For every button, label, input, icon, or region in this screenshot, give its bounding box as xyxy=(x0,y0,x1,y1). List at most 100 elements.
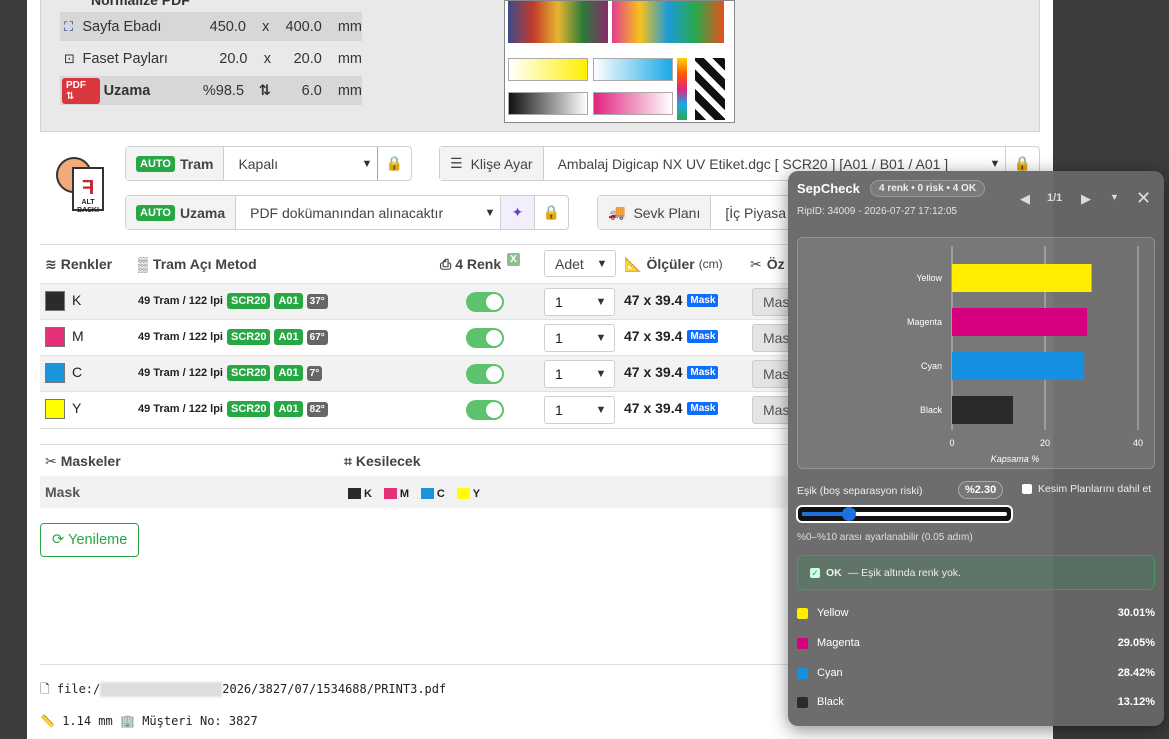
color-toggle[interactable] xyxy=(466,400,504,420)
chevron-down-icon: ▼ xyxy=(989,157,1001,170)
threshold-slider[interactable] xyxy=(796,505,1013,523)
color-toggle[interactable] xyxy=(466,364,504,384)
color-name: C xyxy=(72,364,83,380)
quantity-select[interactable]: 1 ▼ xyxy=(544,396,615,424)
lock-button[interactable]: 🔒 xyxy=(534,196,568,229)
tram-info: 49 Tram / 122 lpi SCR20 A01 37° xyxy=(138,293,328,309)
quantity-select[interactable]: 1 ▼ xyxy=(544,288,615,316)
dim-sep: x xyxy=(262,18,270,35)
checkbox-icon xyxy=(1022,484,1032,494)
pdf-info-panel: Normalize PDF ⛶ Sayfa Ebadı 450.0 x 400.… xyxy=(40,0,1040,132)
stretch-label: Uzama xyxy=(103,82,151,99)
mask-badge: Mask xyxy=(687,329,719,343)
ruler-icon: 📏 xyxy=(40,714,55,728)
slider-knob[interactable] xyxy=(842,507,857,521)
stretch-percent: %98.5 xyxy=(202,82,245,99)
dim-sep: x xyxy=(263,50,272,67)
auto-badge: AUTO xyxy=(136,204,175,221)
truck-icon: 🚚 xyxy=(608,204,626,220)
sepcheck-title: SepCheck xyxy=(797,181,860,196)
legend-item: Cyan 28.42% xyxy=(797,664,1155,682)
chevron-down-icon: ▼ xyxy=(595,296,607,308)
auto-badge: AUTO xyxy=(136,155,175,172)
scr-badge: SCR20 xyxy=(227,401,271,417)
unit: mm xyxy=(337,18,362,35)
sevk-label: Sevk Planı xyxy=(633,204,701,221)
chevron-down-icon: ▼ xyxy=(595,368,607,380)
adet-select[interactable]: Adet ▼ xyxy=(544,250,616,277)
sepcheck-panel: SepCheck 4 renk • 0 risk • 4 OK ◀ 1/1 ▶ … xyxy=(788,171,1164,726)
mask-badge: Mask xyxy=(687,401,719,415)
magic-wand-button[interactable]: ✦ xyxy=(500,196,534,229)
klise-label: Klişe Ayar xyxy=(470,155,533,172)
chevron-down-icon: ▼ xyxy=(596,257,608,270)
grid-icon: ▒ xyxy=(138,256,148,272)
chevron-down-icon: ▼ xyxy=(361,157,373,170)
refresh-button[interactable]: ⟳ Yenileme xyxy=(40,523,140,557)
sevk-control: 🚚 Sevk Planı [İç Piyasa xyxy=(597,195,797,230)
mask-button[interactable]: Mas xyxy=(752,324,792,352)
color-toggle[interactable] xyxy=(466,292,504,312)
tram-metod-header: ▒ Tram Açı Metod xyxy=(138,256,257,272)
ruler-icon: 📐 xyxy=(624,255,642,272)
lock-icon: 🔒 xyxy=(1013,155,1032,171)
klise-select[interactable]: Ambalaj Digicap NX UV Etiket.dgc [ SCR20… xyxy=(544,156,985,172)
sevk-select[interactable]: [İç Piyasa xyxy=(711,205,796,221)
quantity-select[interactable]: 1 ▼ xyxy=(544,324,615,352)
chevron-down-icon: ▼ xyxy=(484,206,496,219)
mask-chip: K xyxy=(348,488,372,500)
summary-badge: 4 renk • 0 risk • 4 OK xyxy=(870,180,986,197)
scissors-icon: ✂ xyxy=(45,453,57,469)
prev-icon[interactable]: ◀ xyxy=(1020,191,1030,207)
coverage-chart: 0 20 40 Yellow Magenta Cyan Black Kapsama % xyxy=(797,237,1155,469)
bar-cyan xyxy=(952,352,1085,380)
uzama-select[interactable]: PDF dokümanından alınacaktır xyxy=(236,205,480,221)
layers-icon: ≋ xyxy=(45,255,57,272)
page-size-label: Sayfa Ebadı xyxy=(82,18,162,35)
quantity-select[interactable]: 1 ▼ xyxy=(544,360,615,388)
mask-button[interactable]: Mas xyxy=(752,360,792,388)
dims: 47 x 39.4 Mask xyxy=(624,292,719,308)
alt-baski-logo: F ALT BASKI xyxy=(50,155,108,219)
angle-badge: 37° xyxy=(306,293,328,309)
stretch-mm: 6.0 xyxy=(301,82,322,99)
close-icon[interactable]: ✕ xyxy=(1136,188,1151,209)
include-cut-plans-checkbox[interactable]: Kesim Planlarını dahil et xyxy=(1022,483,1151,495)
dims: 47 x 39.4 Mask xyxy=(624,400,719,416)
color-name: K xyxy=(72,292,82,308)
tram-select[interactable]: Kapalı xyxy=(224,156,357,172)
legend-item: Black 13.12% xyxy=(797,693,1155,711)
table-row: M 49 Tram / 122 lpi SCR20 A01 67° 1 ▼ 47 x 3… xyxy=(40,319,792,355)
color-toggle[interactable] xyxy=(466,328,504,348)
mask-chips: K M C Y xyxy=(348,486,488,502)
mask-chip: Y xyxy=(456,488,480,500)
angle-badge: 67° xyxy=(306,329,328,345)
chevron-down-icon: ▼ xyxy=(595,332,607,344)
color-swatch xyxy=(45,363,65,383)
uzama-addon: AUTO Uzama xyxy=(126,196,237,229)
tram-label: Tram xyxy=(179,155,214,172)
printer-icon: ⎙ xyxy=(440,255,452,272)
renkler-header: ≋ Renkler xyxy=(45,255,113,273)
stretch-row: PDF ⇅ Uzama %98.5 ⇅ 6.0 mm xyxy=(60,76,362,105)
bar-magenta xyxy=(952,308,1088,336)
chevron-down-icon[interactable]: ▼ xyxy=(1110,192,1119,202)
kesilecek-header: ⌗ Kesilecek xyxy=(344,453,421,469)
partial-header: Normalize PDF xyxy=(91,0,190,8)
x-tick-label: 20 xyxy=(1040,438,1050,448)
lock-button[interactable]: 🔒 xyxy=(377,147,411,180)
mask-button[interactable]: Mas xyxy=(752,396,792,424)
legend-item: Magenta 29.05% xyxy=(797,634,1155,652)
chevron-down-icon: ▼ xyxy=(595,404,607,416)
excel-icon[interactable]: X xyxy=(507,252,520,266)
next-icon[interactable]: ▶ xyxy=(1081,191,1091,207)
mask-button[interactable]: Mas xyxy=(752,288,792,316)
legend-item: Yellow 30.01% xyxy=(797,604,1155,622)
oz-header: ✂ Öz xyxy=(750,255,785,273)
pdf-badge: PDF ⇅ xyxy=(62,77,100,104)
page-height: 400.0 xyxy=(285,18,322,35)
masks-panel: ✂ Maskeler ⌗ Kesilecek Mask K M C Y xyxy=(40,444,787,508)
lock-icon: 🔒 xyxy=(385,155,404,171)
bar-yellow xyxy=(952,264,1092,292)
pdf-preview-thumbnail[interactable] xyxy=(504,0,735,123)
